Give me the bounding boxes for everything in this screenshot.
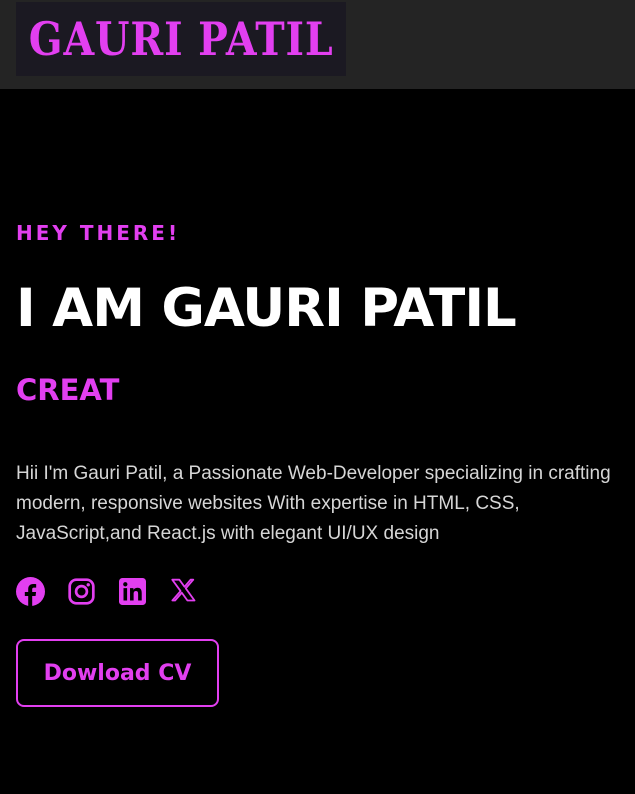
top-navbar: GAURI PATIL	[0, 0, 635, 89]
instagram-icon[interactable]	[67, 577, 96, 606]
logo[interactable]: GAURI PATIL	[16, 2, 346, 76]
hero-bio: Hii I'm Gauri Patil, a Passionate Web-De…	[16, 463, 611, 544]
typing-role-text: CREAT	[16, 373, 120, 407]
hero-title: I AM GAURI PATIL	[16, 278, 517, 339]
hero-greeting: HEY THERE!	[16, 221, 181, 245]
x-twitter-icon[interactable]	[169, 577, 198, 606]
linkedin-icon[interactable]	[118, 577, 147, 606]
social-links	[16, 577, 198, 606]
facebook-icon[interactable]	[16, 577, 45, 606]
download-cv-button[interactable]: Dowload CV	[16, 639, 219, 707]
logo-text: GAURI PATIL	[28, 12, 334, 66]
